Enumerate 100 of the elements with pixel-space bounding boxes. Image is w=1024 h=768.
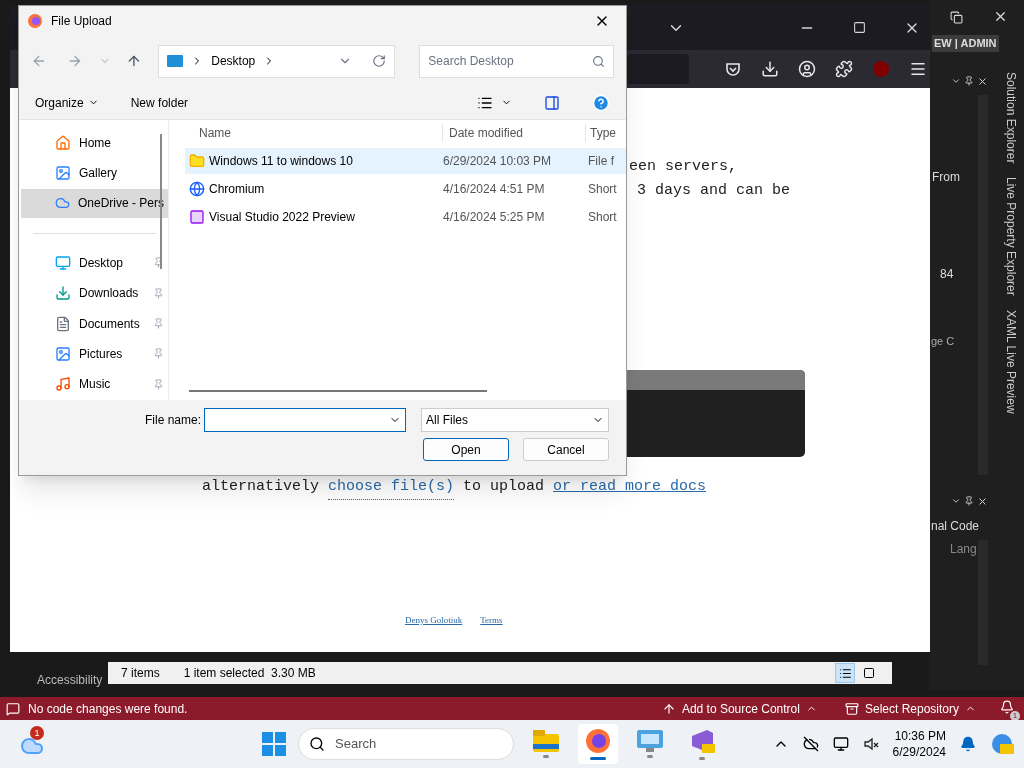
speaker-muted-icon[interactable] [862, 736, 879, 752]
dropdown-icon[interactable] [951, 76, 961, 86]
refresh-icon[interactable] [372, 54, 387, 68]
app-icon [189, 209, 205, 225]
dropdown-icon[interactable] [951, 496, 961, 506]
file-row[interactable]: Windows 11 to windows 10 6/29/2024 10:03 PM File f [185, 148, 626, 174]
file-date: 4/16/2024 4:51 PM [443, 181, 546, 198]
file-row[interactable]: Visual Studio 2022 Preview 4/16/2024 5:25 PM Short [185, 204, 626, 230]
taskbar-search[interactable]: Search [298, 728, 514, 760]
details-view-button[interactable] [835, 663, 855, 683]
page-text: 3 days and can be [637, 181, 791, 201]
panel-text: nal Code [931, 518, 980, 535]
footer-link[interactable]: Terms [480, 614, 503, 628]
file-row[interactable]: Chromium 4/16/2024 4:51 PM Short [185, 176, 626, 202]
panel-text: 84 [940, 266, 954, 283]
notification-icon[interactable] [1000, 699, 1014, 714]
account-icon[interactable] [798, 60, 816, 78]
file-type-dropdown[interactable]: All Files [421, 408, 609, 432]
list-icon [838, 666, 852, 680]
maximize-icon[interactable] [853, 21, 866, 34]
status-text: 7 items [121, 665, 160, 682]
restore-icon[interactable] [950, 11, 963, 24]
side-tab[interactable]: XAML Live Preview [1002, 310, 1020, 414]
square-icon [863, 667, 875, 679]
page-text: een servers, [629, 157, 738, 177]
repository-button[interactable]: Select Repository [844, 699, 976, 718]
field-label: File name: [144, 412, 201, 429]
source-control-button[interactable]: Add to Source Control [661, 699, 817, 718]
file-date: 4/16/2024 5:25 PM [443, 209, 546, 226]
browser-logo-icon [27, 13, 43, 29]
message-icon [6, 701, 20, 716]
picture-icon [55, 345, 71, 362]
open-button[interactable]: Open [423, 438, 509, 461]
column-header: Lang [950, 541, 977, 558]
docs-link[interactable]: or read more docs [553, 476, 707, 500]
upload-text: to upload [463, 477, 545, 497]
notification-badge: 1 [1010, 710, 1020, 721]
help-icon[interactable] [592, 93, 610, 112]
folder-icon [189, 153, 205, 169]
menu-icon[interactable] [909, 60, 927, 78]
cancel-button[interactable]: Cancel [523, 438, 609, 461]
column-header[interactable]: Date modified [443, 124, 586, 142]
close-icon[interactable] [977, 495, 988, 507]
desktop-icon [55, 254, 71, 271]
file-name: Windows 11 to windows 10 [208, 153, 354, 170]
column-header[interactable]: Name [169, 124, 443, 142]
side-tab[interactable]: Solution Explorer [1002, 72, 1020, 164]
close-icon[interactable] [993, 9, 1008, 24]
address-bar[interactable]: Desktop [158, 44, 396, 78]
panel-text: From [932, 169, 960, 186]
repository-icon [844, 701, 859, 716]
tab-label[interactable]: Accessibility [37, 671, 103, 689]
nav-item[interactable]: Documents [21, 308, 168, 339]
panel-tab[interactable]: ge [931, 333, 944, 350]
browser-app-icon[interactable] [578, 724, 618, 764]
status-text: 1 item selected 3.30 MB [183, 665, 316, 682]
search-field[interactable]: Search Desktop [419, 44, 614, 78]
file-type: File f [588, 153, 614, 170]
upload-text: alternatively [202, 477, 320, 497]
new-folder-button[interactable]: New folder [130, 93, 189, 112]
file-name: Chromium [208, 181, 266, 198]
pin-icon [153, 287, 164, 299]
file-type: Short [588, 209, 617, 226]
music-icon [55, 376, 71, 393]
document-icon [55, 315, 71, 332]
pocket-icon[interactable] [724, 60, 742, 78]
nav-item[interactable]: Music [21, 369, 168, 399]
dialog-title: File Upload [51, 13, 112, 30]
file-date: 6/29/2024 10:03 PM [443, 153, 553, 170]
download-icon[interactable] [761, 60, 779, 78]
gallery-icon [55, 165, 71, 182]
assistant-icon[interactable] [990, 732, 1014, 756]
address-label: Desktop [211, 53, 256, 70]
nav-item[interactable]: Home [21, 128, 168, 158]
desktop-icon [167, 55, 184, 67]
pin-icon[interactable] [964, 76, 974, 86]
footer-link[interactable]: Denys Golotiuk [405, 614, 463, 628]
nav-item[interactable]: Pictures [21, 339, 168, 369]
file-type: Short [588, 181, 617, 198]
cloud-off-icon[interactable] [802, 736, 819, 752]
nav-item[interactable]: Downloads [21, 278, 168, 308]
start-icon[interactable] [262, 732, 286, 756]
extensions-icon[interactable] [835, 60, 853, 78]
panel-tab[interactable]: C [946, 333, 955, 350]
column-header[interactable]: Type [586, 124, 616, 142]
globe-icon [189, 181, 205, 197]
pin-icon [153, 348, 164, 360]
pin-icon [153, 318, 164, 330]
side-tab[interactable]: Live Property Explorer [1002, 177, 1020, 297]
display-icon[interactable] [832, 736, 849, 752]
nav-item[interactable]: Gallery [21, 158, 168, 188]
pin-icon[interactable] [964, 496, 974, 506]
clock[interactable]: 10:36 PM 6/29/2024 [892, 728, 946, 760]
notification-icon[interactable] [960, 736, 976, 752]
nav-item[interactable]: Desktop [21, 248, 168, 278]
file-name-field[interactable] [204, 408, 406, 432]
pin-icon [153, 378, 164, 390]
preview-pane-icon[interactable] [544, 94, 560, 111]
close-icon[interactable] [977, 75, 988, 87]
organize-menu[interactable]: Organize [35, 93, 99, 112]
